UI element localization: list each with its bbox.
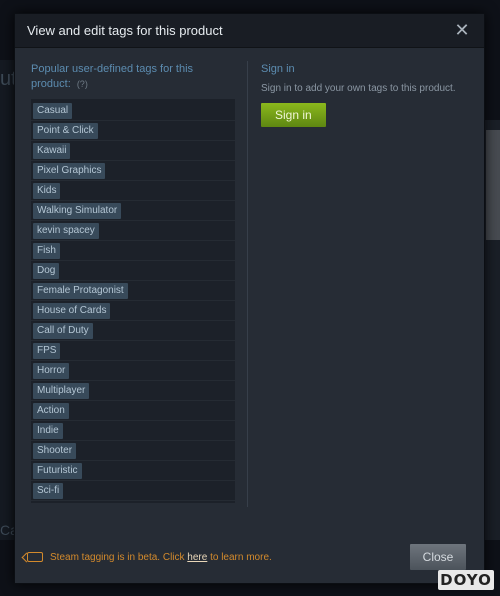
tag-row: Action xyxy=(31,401,235,421)
tag-pill[interactable]: Fish xyxy=(33,242,60,259)
tag-row: Sci-fi xyxy=(31,481,235,501)
tag-pill[interactable]: Call of Duty xyxy=(33,322,93,339)
signin-button[interactable]: Sign in xyxy=(261,103,326,127)
tag-row: Fish xyxy=(31,241,235,261)
popular-tags-section: Popular user-defined tags for this produ… xyxy=(31,62,235,503)
tag-row: House of Cards xyxy=(31,301,235,321)
tag-row: Horror xyxy=(31,361,235,381)
tag-row: Indie xyxy=(31,421,235,441)
tag-pill[interactable]: House of Cards xyxy=(33,302,111,319)
tag-row: Female Protagonist xyxy=(31,281,235,301)
doyo-watermark-logo: DOYO xyxy=(438,570,494,590)
tag-pill[interactable]: Pixel Graphics xyxy=(33,162,106,179)
popular-tags-heading: Popular user-defined tags for this produ… xyxy=(31,62,235,92)
background-strip-left xyxy=(0,60,14,540)
tag-row: kevin spacey xyxy=(31,221,235,241)
tag-pill[interactable]: Dog xyxy=(33,262,60,279)
tag-pill[interactable]: Sci-fi xyxy=(33,482,64,499)
tag-row: Walking Simulator xyxy=(31,201,235,221)
tag-icon xyxy=(27,552,43,562)
beta-notice: Steam tagging is in beta. Click here to … xyxy=(50,552,272,563)
tag-pill[interactable]: Futuristic xyxy=(33,462,82,479)
background-panel-right xyxy=(486,130,500,240)
tag-pill[interactable]: Shooter xyxy=(33,442,77,459)
tag-row: Point & Click xyxy=(31,121,235,141)
tag-pill[interactable]: kevin spacey xyxy=(33,222,99,239)
modal-footer: Steam tagging is in beta. Click here to … xyxy=(15,543,484,583)
beta-notice-prefix: Steam tagging is in beta. Click xyxy=(50,552,188,563)
tag-pill[interactable]: Casual xyxy=(33,102,73,119)
tag-row: FPS xyxy=(31,341,235,361)
tag-pill[interactable]: Walking Simulator xyxy=(33,202,122,219)
tag-row: Multiplayer xyxy=(31,381,235,401)
tag-pill[interactable]: Kids xyxy=(33,182,61,199)
tag-row: Kids xyxy=(31,181,235,201)
tags-modal: View and edit tags for this product ✕ Po… xyxy=(14,13,485,584)
tag-row: Kawaii xyxy=(31,141,235,161)
tag-row: Pixel Graphics xyxy=(31,161,235,181)
tag-row: Casual xyxy=(31,101,235,121)
signin-section: Sign in Sign in to add your own tags to … xyxy=(261,62,476,127)
beta-notice-suffix: to learn more. xyxy=(207,552,272,563)
popular-tags-heading-text: Popular user-defined tags for this produ… xyxy=(31,63,194,90)
tag-pill[interactable]: FPS xyxy=(33,342,61,359)
tag-pill[interactable]: Kawaii xyxy=(33,142,71,159)
tag-row: Call of Duty xyxy=(31,321,235,341)
signin-description: Sign in to add your own tags to this pro… xyxy=(261,83,456,94)
signin-heading: Sign in xyxy=(261,63,295,75)
tag-pill[interactable]: Point & Click xyxy=(33,122,98,139)
help-icon[interactable]: (?) xyxy=(77,79,88,89)
close-icon[interactable]: ✕ xyxy=(452,20,472,41)
tag-pill[interactable]: Action xyxy=(33,402,69,419)
modal-title: View and edit tags for this product xyxy=(27,23,223,38)
tag-row: Futuristic xyxy=(31,461,235,481)
tag-pill[interactable]: Horror xyxy=(33,362,70,379)
tag-pill[interactable]: Indie xyxy=(33,422,63,439)
tag-row: Dog xyxy=(31,261,235,281)
modal-content: Popular user-defined tags for this produ… xyxy=(15,49,484,509)
tag-row: Shooter xyxy=(31,441,235,461)
close-button[interactable]: Close xyxy=(410,544,466,570)
tag-pill[interactable]: Multiplayer xyxy=(33,382,90,399)
learn-more-link[interactable]: here xyxy=(187,552,207,563)
tag-list: Casual Point & Click Kawaii Pixel Graphics K… xyxy=(31,99,235,503)
modal-header: View and edit tags for this product ✕ xyxy=(15,14,484,48)
column-divider xyxy=(247,61,248,507)
tag-pill[interactable]: Female Protagonist xyxy=(33,282,128,299)
